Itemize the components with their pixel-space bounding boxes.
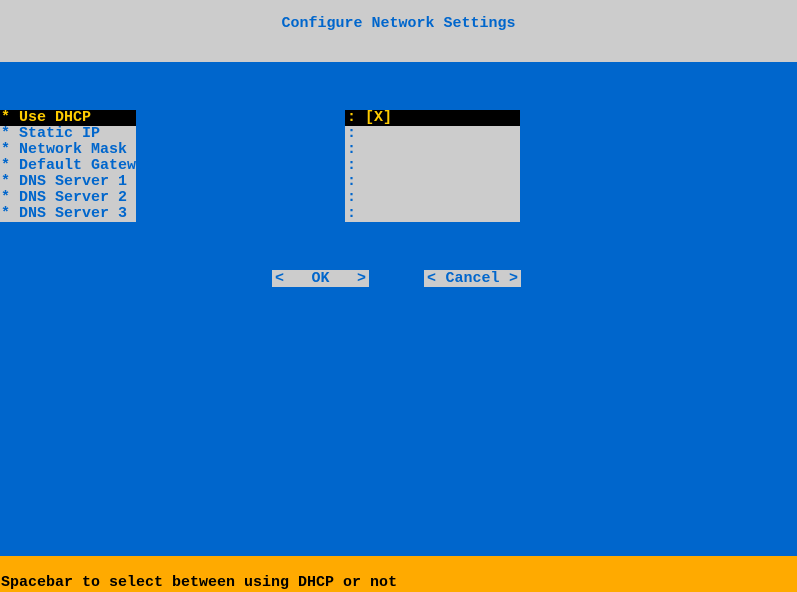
value-prefix: : xyxy=(347,109,356,126)
value-prefix: : xyxy=(347,141,356,158)
menu-item-default-gateway[interactable]: * Default Gateway xyxy=(0,158,136,174)
menu-item-use-dhcp[interactable]: * Use DHCP xyxy=(0,110,136,126)
value-item-use-dhcp[interactable]: : [X] xyxy=(345,110,520,126)
item-label: Network Mask xyxy=(19,141,127,158)
item-prefix: * xyxy=(1,173,10,190)
button-label: OK xyxy=(311,270,329,287)
value-item-dns-2[interactable]: : xyxy=(345,190,520,206)
menu-item-dns-2[interactable]: * DNS Server 2 xyxy=(0,190,136,206)
value-item-network-mask[interactable]: : xyxy=(345,142,520,158)
item-prefix: * xyxy=(1,205,10,222)
value-prefix: : xyxy=(347,205,356,222)
value-prefix: : xyxy=(347,173,356,190)
item-prefix: * xyxy=(1,125,10,142)
item-label: Static IP xyxy=(19,125,100,142)
ok-button[interactable]: < OK > xyxy=(272,270,369,287)
item-label: Use DHCP xyxy=(19,109,91,126)
values-list: : [X] : : : : : : xyxy=(345,110,520,222)
footer-hint: Spacebar to select between using DHCP or… xyxy=(1,574,397,591)
item-label: DNS Server 3 xyxy=(19,205,127,222)
menu-item-dns-3[interactable]: * DNS Server 3 xyxy=(0,206,136,222)
value-item-static-ip[interactable]: : xyxy=(345,126,520,142)
value-text: [X] xyxy=(365,109,392,126)
value-prefix: : xyxy=(347,125,356,142)
value-item-dns-3[interactable]: : xyxy=(345,206,520,222)
item-prefix: * xyxy=(1,157,10,174)
value-item-default-gateway[interactable]: : xyxy=(345,158,520,174)
menu-item-static-ip[interactable]: * Static IP xyxy=(0,126,136,142)
value-prefix: : xyxy=(347,189,356,206)
cancel-button[interactable]: < Cancel > xyxy=(424,270,521,287)
header: Configure Network Settings xyxy=(0,0,797,62)
angle-right-icon: > xyxy=(357,270,366,287)
value-item-dns-1[interactable]: : xyxy=(345,174,520,190)
menu-item-dns-1[interactable]: * DNS Server 1 xyxy=(0,174,136,190)
footer-hint-bar: Spacebar to select between using DHCP or… xyxy=(0,556,797,592)
page-title: Configure Network Settings xyxy=(281,15,515,32)
button-label: Cancel xyxy=(445,270,499,287)
main-panel: * Use DHCP * Static IP * Network Mask * … xyxy=(0,62,797,556)
item-prefix: * xyxy=(1,109,10,126)
item-prefix: * xyxy=(1,141,10,158)
angle-left-icon: < xyxy=(275,270,284,287)
angle-right-icon: > xyxy=(509,270,518,287)
angle-left-icon: < xyxy=(427,270,436,287)
value-prefix: : xyxy=(347,157,356,174)
settings-list: * Use DHCP * Static IP * Network Mask * … xyxy=(0,110,136,222)
item-label: DNS Server 2 xyxy=(19,189,127,206)
item-label: Default Gateway xyxy=(19,157,154,174)
item-label: DNS Server 1 xyxy=(19,173,127,190)
item-prefix: * xyxy=(1,189,10,206)
menu-item-network-mask[interactable]: * Network Mask xyxy=(0,142,136,158)
